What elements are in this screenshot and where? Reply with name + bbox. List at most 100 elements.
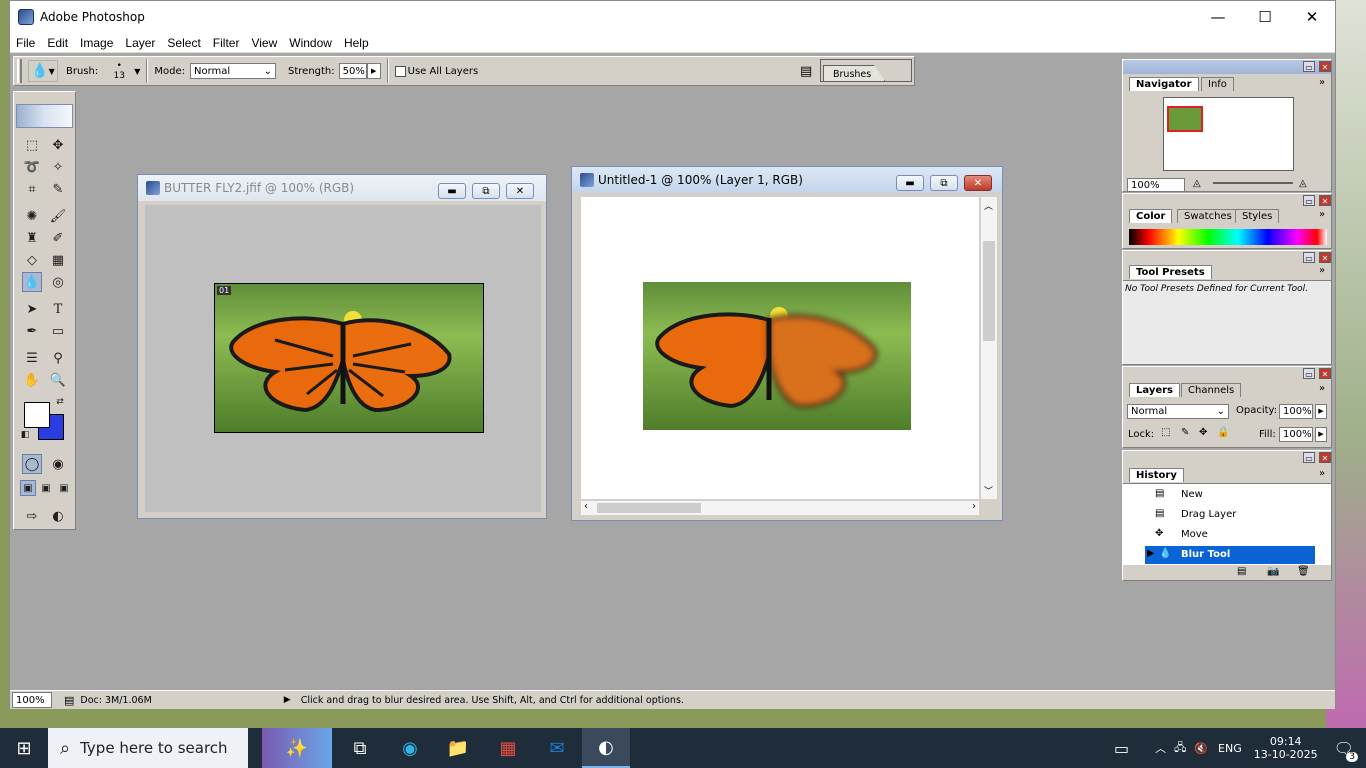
language-indicator[interactable]: ENG — [1218, 742, 1242, 755]
path-select-icon[interactable]: ➤ — [22, 299, 42, 319]
photoshop-eye-logo[interactable] — [16, 104, 73, 128]
new-document-from-state-icon[interactable]: ▤ — [1237, 566, 1246, 577]
clock[interactable]: 09:14 13-10-2025 — [1254, 735, 1318, 761]
zoom-tool-icon[interactable]: 🔍 — [48, 370, 68, 390]
mode-select[interactable]: Normal ⌄ — [190, 63, 277, 79]
menu-select[interactable]: Select — [161, 36, 206, 50]
opacity-input[interactable]: 100% — [1279, 404, 1313, 419]
blend-mode-select[interactable]: Normal ⌄ — [1127, 404, 1229, 419]
horizontal-scroll-thumb[interactable] — [597, 503, 701, 513]
status-arrow-icon[interactable]: ▶ — [284, 695, 291, 705]
menu-image[interactable]: Image — [74, 36, 119, 50]
windows-start-icon[interactable]: ⊞ — [0, 728, 48, 768]
hand-tool-icon[interactable]: ✋ — [22, 370, 42, 390]
new-snapshot-icon[interactable]: 📷 — [1267, 566, 1279, 577]
volume-muted-icon[interactable]: 🔇 — [1194, 742, 1208, 755]
jump-to-imageready-icon[interactable]: ⇨ — [22, 506, 42, 526]
panel-close-icon[interactable]: ✕ — [1319, 195, 1331, 206]
shape-tool-icon[interactable]: ▭ — [48, 321, 68, 341]
navigator-preview[interactable] — [1163, 97, 1294, 171]
zoom-in-icon[interactable]: ◬ — [1299, 178, 1307, 189]
tab-history[interactable]: History — [1129, 468, 1184, 482]
menu-view[interactable]: View — [245, 36, 283, 50]
brush-dropdown-icon[interactable]: ▼ — [134, 67, 140, 76]
tool-preset-picker[interactable]: 💧 ▼ — [28, 60, 58, 82]
panel-menu-icon[interactable]: » — [1319, 209, 1325, 220]
use-all-layers-checkbox[interactable] — [394, 65, 406, 77]
healing-brush-icon[interactable]: ✺ — [22, 206, 42, 226]
scroll-right-icon[interactable]: › — [972, 501, 976, 512]
tool-presets-list[interactable]: No Tool Presets Defined for Current Tool… — [1123, 280, 1331, 364]
panel-menu-icon[interactable]: » — [1319, 77, 1325, 88]
history-item[interactable]: ✥ Move — [1123, 526, 1315, 544]
screen-mode-standard-icon[interactable]: ▣ — [20, 480, 36, 496]
standard-mode-icon[interactable]: ◯ — [22, 454, 42, 474]
eraser-tool-icon[interactable]: ◇ — [22, 250, 42, 270]
delete-state-icon[interactable]: 🗑 — [1297, 566, 1310, 577]
history-item-selected[interactable]: 💧 Blur Tool — [1145, 546, 1315, 564]
palette-toggle-icon[interactable]: ▤ — [800, 64, 812, 79]
history-item[interactable]: ▤ Drag Layer — [1123, 506, 1315, 524]
quick-mask-icon[interactable]: ◉ — [48, 454, 68, 474]
strength-arrow-icon[interactable]: ▶ — [366, 63, 381, 79]
imageready-icon[interactable]: ◐ — [48, 506, 68, 526]
menu-edit[interactable]: Edit — [41, 36, 74, 50]
document-window-untitled[interactable]: Untitled-1 @ 100% (Layer 1, RGB) ▬ ⧉ ✕ ︿… — [571, 166, 1003, 521]
file-explorer-icon[interactable]: 📁 — [434, 728, 482, 768]
opacity-arrow-icon[interactable]: ▶ — [1315, 404, 1327, 419]
scroll-up-icon[interactable]: ︿ — [984, 199, 993, 212]
lock-transparency-icon[interactable]: ⬚ — [1161, 427, 1170, 438]
pen-tool-icon[interactable]: ✒ — [22, 321, 42, 341]
history-brush-icon[interactable]: ✐ — [48, 228, 68, 248]
scroll-left-icon[interactable]: ‹ — [584, 501, 588, 512]
status-zoom-input[interactable]: 100% — [12, 692, 52, 708]
default-colors-icon[interactable]: ◧ — [20, 430, 30, 440]
outlook-icon[interactable]: ✉ — [533, 728, 581, 768]
menu-help[interactable]: Help — [338, 36, 375, 50]
doc2-maximize-button[interactable]: ⧉ — [930, 175, 958, 191]
lock-position-icon[interactable]: ✥ — [1199, 427, 1207, 438]
maximize-button[interactable]: ☐ — [1242, 1, 1288, 33]
taskbar-search[interactable]: ⌕ Type here to search — [48, 728, 248, 768]
screen-mode-full-menu-icon[interactable]: ▣ — [38, 480, 54, 496]
panel-close-icon[interactable]: ✕ — [1319, 452, 1331, 463]
screen-mode-full-icon[interactable]: ▣ — [56, 480, 72, 496]
document-window-butterfly[interactable]: BUTTER FLY2.jfif @ 100% (RGB) ▬ ⧉ ✕ 01 — [137, 174, 547, 519]
tab-swatches[interactable]: Swatches — [1177, 209, 1239, 223]
doc2-horizontal-scrollbar[interactable]: ‹ › — [581, 501, 979, 515]
panel-close-icon[interactable]: ✕ — [1319, 61, 1331, 72]
task-view-icon[interactable]: ⧉ — [336, 728, 384, 768]
eyedropper-icon[interactable]: ⚲ — [48, 348, 68, 368]
zoom-out-icon[interactable]: ◬ — [1193, 178, 1201, 189]
panel-minimize-icon[interactable]: ▭ — [1303, 61, 1315, 72]
doc2-vertical-scrollbar[interactable]: ︿ ﹀ — [981, 197, 997, 499]
clone-stamp-icon[interactable]: ♜ — [22, 228, 42, 248]
lock-all-icon[interactable]: 🔒 — [1217, 427, 1229, 438]
tab-layers[interactable]: Layers — [1129, 383, 1180, 397]
tab-tool-presets[interactable]: Tool Presets — [1129, 265, 1212, 279]
tab-info[interactable]: Info — [1201, 77, 1234, 91]
navigator-zoom-input[interactable]: 100% — [1127, 178, 1185, 192]
panel-menu-icon[interactable]: » — [1319, 265, 1325, 276]
doc2-close-button[interactable]: ✕ — [964, 175, 992, 191]
notes-tool-icon[interactable]: ☰ — [22, 348, 42, 368]
panel-menu-icon[interactable]: » — [1319, 383, 1325, 394]
panel-minimize-icon[interactable]: ▭ — [1303, 195, 1315, 206]
color-ramp[interactable] — [1129, 229, 1327, 245]
navigator-zoom-slider[interactable] — [1213, 182, 1293, 184]
close-button[interactable]: ✕ — [1289, 1, 1335, 33]
scroll-down-icon[interactable]: ﹀ — [984, 484, 993, 497]
doc2-canvas[interactable] — [581, 197, 979, 499]
minimize-button[interactable]: — — [1195, 1, 1241, 33]
panel-minimize-icon[interactable]: ▭ — [1303, 368, 1315, 379]
move-tool-icon[interactable]: ✥ — [48, 135, 68, 155]
menu-window[interactable]: Window — [283, 36, 338, 50]
strength-input[interactable]: 50% — [338, 63, 367, 79]
doc1-close-button[interactable]: ✕ — [506, 183, 534, 199]
slice-tool-icon[interactable]: ✎ — [48, 179, 68, 199]
crop-tool-icon[interactable]: ⌗ — [22, 179, 42, 199]
fill-arrow-icon[interactable]: ▶ — [1315, 427, 1327, 442]
panel-menu-icon[interactable]: » — [1319, 468, 1325, 479]
blur-tool-icon[interactable]: 💧 — [22, 272, 42, 292]
options-grip[interactable] — [17, 59, 22, 83]
